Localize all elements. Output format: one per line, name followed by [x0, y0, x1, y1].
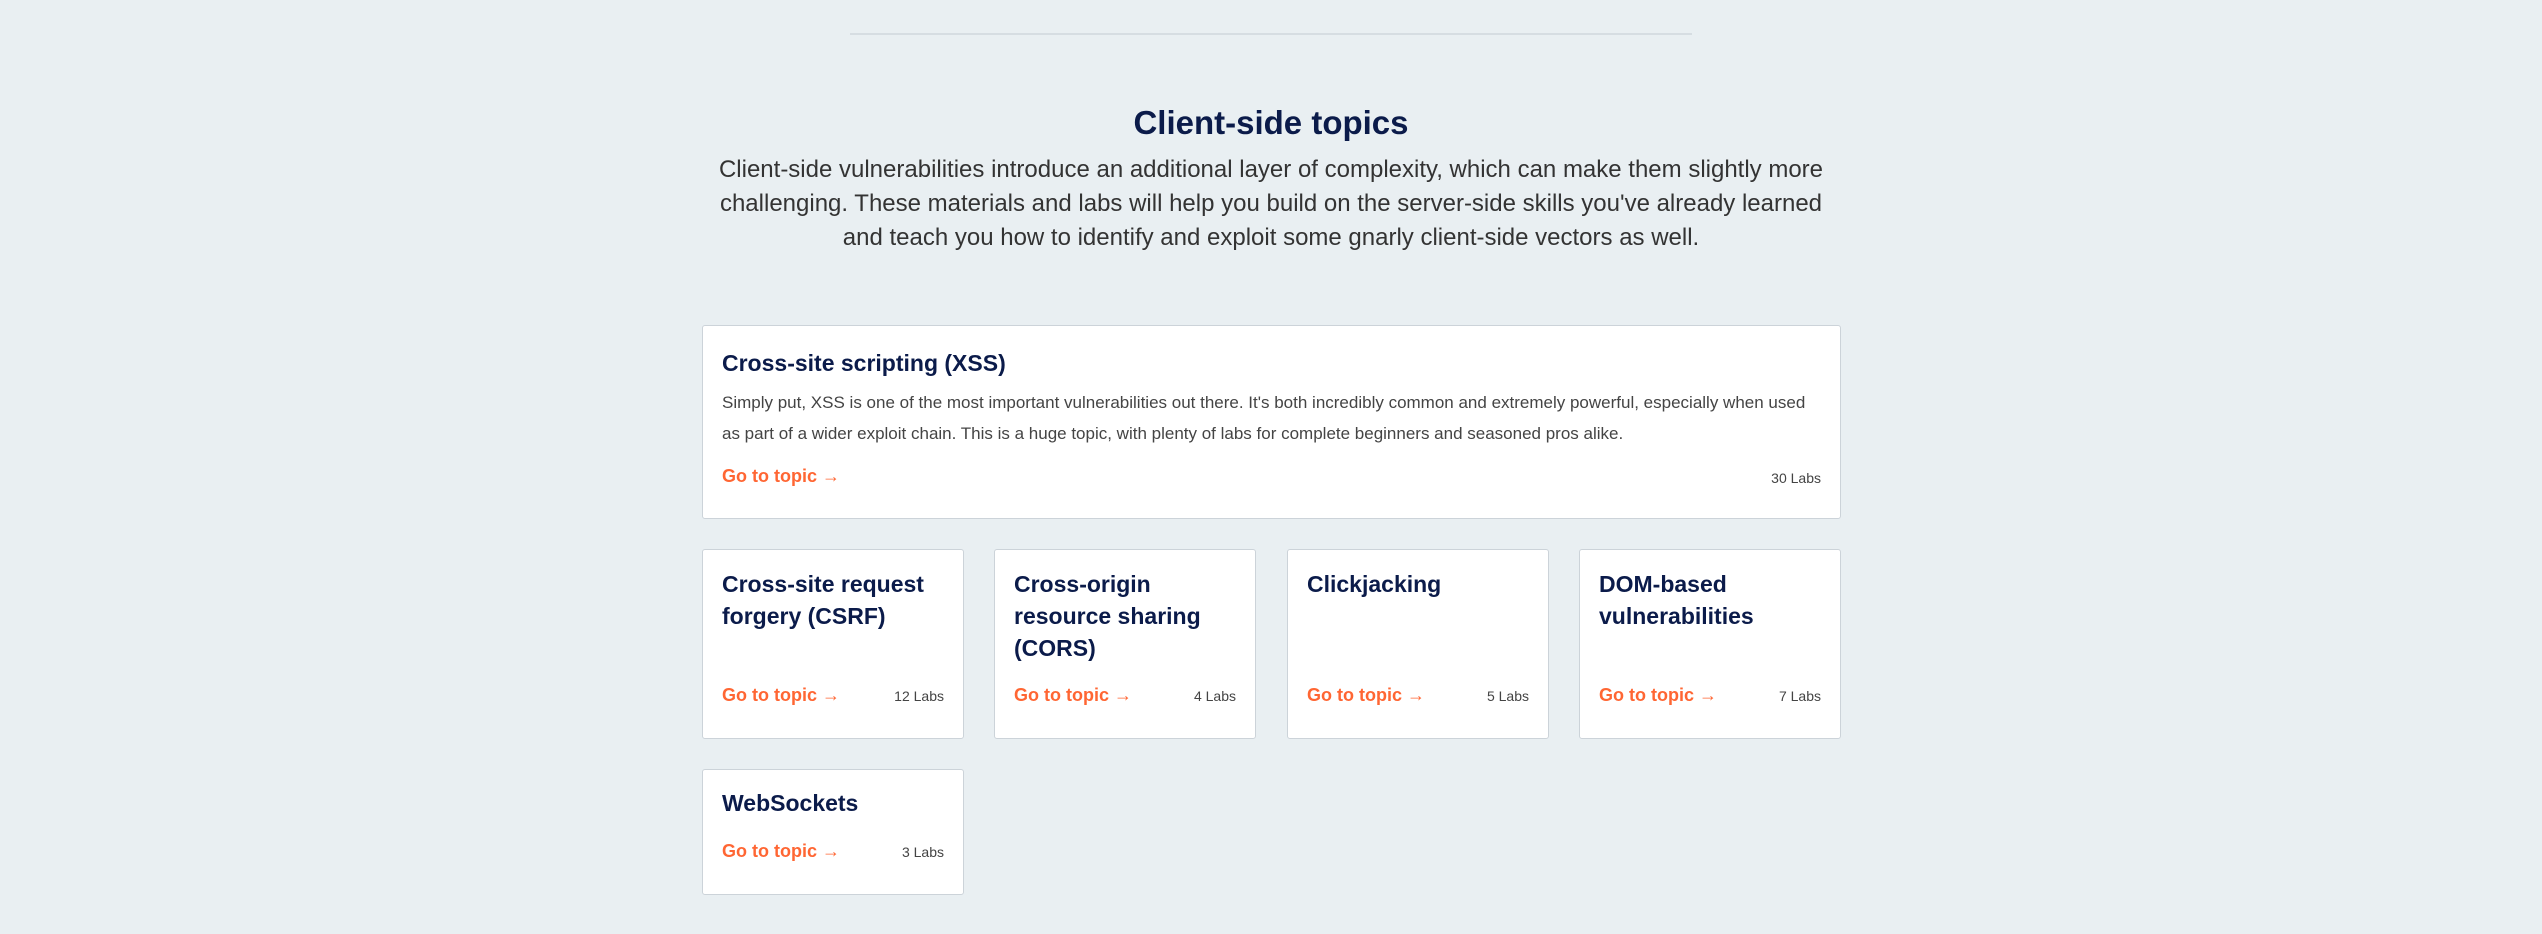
lab-count: 7 Labs — [1778, 688, 1821, 704]
topic-card-xss: Cross-site scripting (XSS) Simply put, X… — [702, 325, 1841, 519]
topic-card-csrf: Cross-site request forgery (CSRF) Go to … — [702, 549, 964, 739]
go-to-topic-link[interactable]: Go to topic → — [1014, 685, 1132, 706]
topic-title: DOM-based vulnerabilities — [1599, 571, 1754, 629]
lab-count: 3 Labs — [901, 844, 944, 860]
go-to-topic-link[interactable]: Go to topic → — [722, 466, 840, 487]
topic-title: Clickjacking — [1307, 571, 1442, 597]
lab-count: 12 Labs — [894, 688, 944, 704]
topic-title: WebSockets — [722, 790, 859, 816]
topic-title: Cross-site request forgery (CSRF) — [722, 571, 924, 629]
topic-card-cors: Cross-origin resource sharing (CORS) Go … — [994, 549, 1256, 739]
go-to-topic-link[interactable]: Go to topic → — [722, 841, 840, 862]
lab-count: 4 Labs — [1193, 688, 1236, 704]
topic-card-websockets: WebSockets Go to topic → 3 Labs — [702, 769, 964, 895]
go-to-topic-link[interactable]: Go to topic → — [722, 685, 840, 706]
lab-count: 5 Labs — [1486, 688, 1529, 704]
section-title: Client-side topics — [1133, 104, 1409, 141]
topic-card-clickjacking: Clickjacking Go to topic → 5 Labs — [1287, 549, 1549, 739]
go-to-topic-link[interactable]: Go to topic → — [1307, 685, 1425, 706]
section-divider — [850, 33, 1692, 35]
topic-title: Cross-site scripting (XSS) — [722, 350, 1006, 376]
lab-count: 30 Labs — [1771, 470, 1821, 486]
section-description: Client-side vulnerabilities introduce an… — [718, 156, 1824, 251]
topic-title: Cross-origin resource sharing (CORS) — [1014, 571, 1201, 661]
topic-card-dom-based: DOM-based vulnerabilities Go to topic → … — [1579, 549, 1841, 739]
go-to-topic-link[interactable]: Go to topic → — [1599, 685, 1717, 706]
topic-description: Simply put, XSS is one of the most impor… — [722, 393, 1806, 443]
